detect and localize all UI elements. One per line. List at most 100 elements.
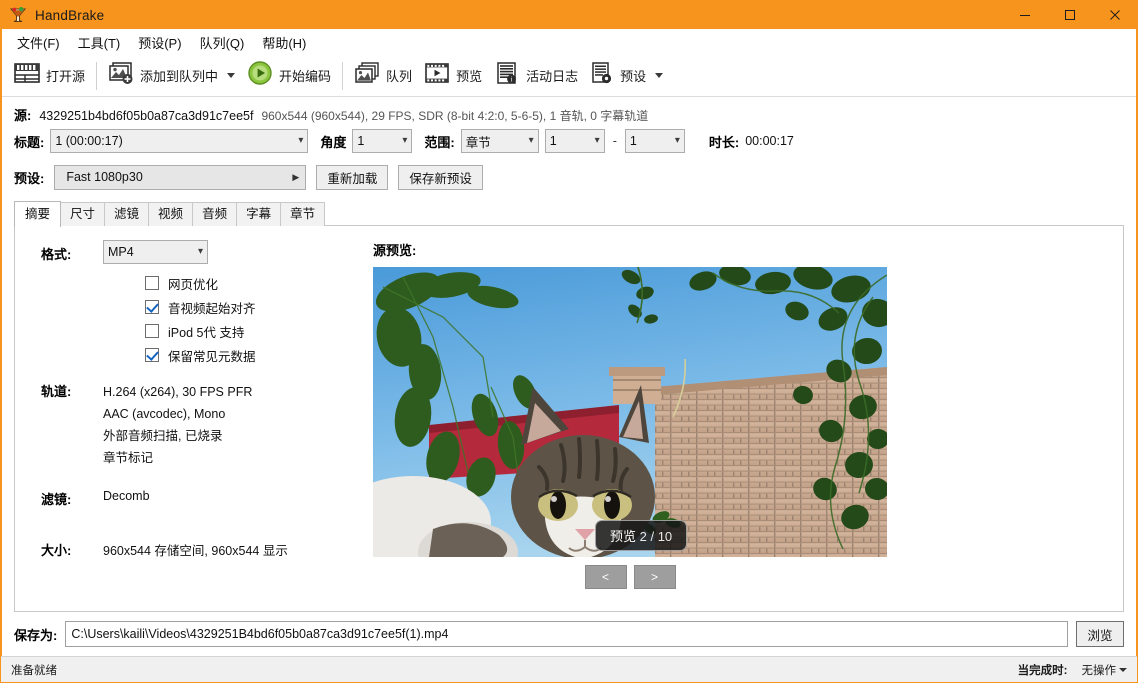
range-label: 范围: [424, 132, 454, 151]
filters-value: Decomb [103, 485, 150, 503]
format-select-value: MP4 [108, 245, 194, 259]
source-preview-image[interactable]: 预览 2 / 10 [373, 267, 887, 557]
when-done-dropdown[interactable]: 无操作 [1082, 662, 1128, 678]
filters-label: 滤镜: [41, 485, 103, 508]
start-encode-label: 开始编码 [279, 66, 331, 85]
menu-item-help[interactable]: 帮助(H) [253, 30, 315, 55]
preview-button[interactable]: 预览 [418, 58, 488, 94]
spacer [41, 514, 365, 536]
activity-log-label: 活动日志 [526, 66, 578, 85]
film-preview-icon [424, 61, 450, 90]
reload-preset-button[interactable]: 重新加载 [316, 165, 388, 190]
menu-bar: 文件(F) 工具(T) 预设(P) 队列(Q) 帮助(H) [2, 29, 1136, 55]
tab-dimensions[interactable]: 尺寸 [60, 202, 105, 226]
tab-audio[interactable]: 音频 [192, 202, 237, 226]
status-right: 当完成时: 无操作 [1018, 662, 1127, 678]
chevron-down-icon: ▾ [298, 136, 303, 146]
queue-button[interactable]: 队列 [348, 58, 418, 94]
title-label: 标题: [14, 132, 44, 151]
tab-bar: 摘要 尺寸 滤镜 视频 音频 字幕 章节 [14, 202, 1124, 226]
menu-item-file[interactable]: 文件(F) [8, 30, 69, 55]
title-select[interactable]: 1 (00:00:17) ▾ [50, 129, 308, 153]
chevron-down-icon: ▾ [198, 247, 203, 257]
source-preview-label: 源预览: [373, 240, 1123, 259]
source-row: 源: 4329251b4bd6f05b0a87ca3d91c7ee5f 960x… [14, 97, 1124, 124]
checkbox-ipod-5g-support[interactable]: iPod 5代 支持 [145, 319, 365, 343]
menu-item-presets[interactable]: 预设(P) [129, 30, 190, 55]
format-label: 格式: [41, 240, 103, 263]
angle-select-value: 1 [357, 134, 398, 148]
add-to-queue-label: 添加到队列中 [140, 66, 218, 85]
presets-button[interactable]: 预设 [584, 58, 669, 94]
checkbox-box-checked [145, 300, 159, 314]
activity-log-icon: i [494, 61, 520, 90]
tab-video[interactable]: 视频 [148, 202, 193, 226]
checkbox-align-av-start[interactable]: 音视频起始对齐 [145, 295, 365, 319]
title-bar: HandBrake [1, 1, 1137, 29]
preview-prev-button[interactable]: < [585, 565, 627, 589]
start-encode-button[interactable]: 开始编码 [241, 58, 337, 94]
chapter-start-select[interactable]: 1 ▾ [545, 129, 605, 153]
open-source-button[interactable]: 打开源 [8, 58, 91, 94]
title-select-value: 1 (00:00:17) [55, 134, 294, 148]
preset-gear-icon [590, 61, 614, 90]
format-select[interactable]: MP4 ▾ [103, 240, 208, 264]
source-label: 源: [14, 105, 31, 124]
checkbox-passthru-metadata[interactable]: 保留常见元数据 [145, 343, 365, 367]
toolbar-separator-1 [96, 62, 97, 90]
preset-row: 预设: Fast 1080p30 ▶ 重新加载 保存新预设 [14, 161, 1124, 193]
window-controls [1002, 1, 1137, 29]
summary-panel: 格式: MP4 ▾ 网页优化 音视频起始对齐 [14, 225, 1124, 612]
size-label: 大小: [41, 536, 103, 559]
checkbox-box [145, 324, 159, 338]
tab-subtitles[interactable]: 字幕 [236, 202, 281, 226]
tab-chapters[interactable]: 章节 [280, 202, 325, 226]
browse-button[interactable]: 浏览 [1076, 621, 1124, 647]
play-green-icon [247, 60, 273, 91]
title-angle-range-row: 标题: 1 (00:00:17) ▾ 角度 1 ▾ 范围: 章节 ▾ 1 ▾ -… [14, 124, 1124, 158]
chevron-down-icon: ▾ [595, 136, 600, 146]
summary-right-column: 源预览: [365, 240, 1123, 611]
chevron-down-icon: ▾ [402, 136, 407, 146]
maximize-icon[interactable] [1047, 1, 1092, 29]
open-source-label: 打开源 [46, 66, 85, 85]
preset-dropdown[interactable]: Fast 1080p30 ▶ [54, 165, 306, 190]
angle-select[interactable]: 1 ▾ [352, 129, 412, 153]
preview-nav: < > [373, 565, 887, 589]
activity-log-button[interactable]: i 活动日志 [488, 58, 584, 94]
save-new-preset-button[interactable]: 保存新预设 [398, 165, 483, 190]
preview-next-button[interactable]: > [634, 565, 676, 589]
duration-label: 时长: [709, 132, 739, 151]
chevron-down-icon: ▾ [675, 136, 680, 146]
source-name: 4329251b4bd6f05b0a87ca3d91c7ee5f [39, 109, 253, 123]
range-type-select[interactable]: 章节 ▾ [461, 129, 539, 153]
minimize-icon[interactable] [1002, 1, 1047, 29]
chevron-down-icon[interactable] [227, 73, 235, 78]
checkbox-label: 网页优化 [168, 274, 218, 293]
checkbox-box-checked [145, 348, 159, 362]
preview-counter-prefix: 预览 [610, 529, 636, 544]
track-line: 章节标记 [103, 447, 252, 469]
status-text: 准备就绪 [11, 662, 57, 678]
add-to-queue-button[interactable]: 添加到队列中 [102, 58, 241, 94]
queue-label: 队列 [386, 66, 412, 85]
chapter-end-select[interactable]: 1 ▾ [625, 129, 685, 153]
svg-text:i: i [511, 75, 513, 83]
preview-counter-badge: 预览 2 / 10 [595, 520, 687, 551]
close-icon[interactable] [1092, 1, 1137, 29]
handbrake-window: HandBrake 文件(F) 工具(T) 预设(P) 队列(Q) 帮助(H) [0, 0, 1138, 683]
save-path-input[interactable] [65, 621, 1068, 647]
menu-item-queue[interactable]: 队列(Q) [191, 30, 254, 55]
menu-item-tools[interactable]: 工具(T) [69, 30, 130, 55]
tab-filters[interactable]: 滤镜 [104, 202, 149, 226]
tab-summary[interactable]: 摘要 [14, 201, 61, 227]
chevron-down-icon[interactable] [655, 73, 663, 78]
angle-label: 角度 [320, 132, 346, 151]
track-line: 外部音频扫描, 已烧录 [103, 425, 252, 447]
checkbox-web-optimized[interactable]: 网页优化 [145, 271, 365, 295]
chapter-end-value: 1 [630, 134, 671, 148]
handbrake-cocktail-icon [9, 6, 27, 24]
toolbar-separator-2 [342, 62, 343, 90]
track-line: AAC (avcodec), Mono [103, 403, 252, 425]
toolbar: 打开源 添加到队列中 [2, 55, 1136, 97]
